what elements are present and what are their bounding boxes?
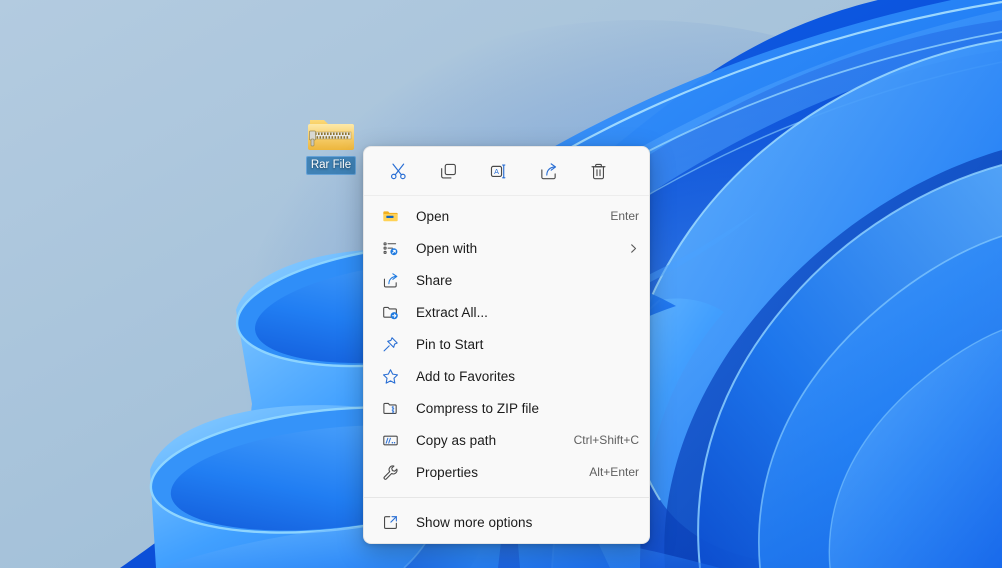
menu-item-accelerator: Alt+Enter	[589, 465, 639, 479]
copy-icon	[440, 163, 456, 179]
menu-item-copy-as-path[interactable]: Copy as path Ctrl+Shift+C	[368, 424, 645, 456]
menu-item-label: Pin to Start	[416, 336, 484, 352]
menu-item-extract-all[interactable]: Extract All...	[368, 296, 645, 328]
menu-item-accelerator: Enter	[610, 209, 639, 223]
menu-item-label: Share	[416, 272, 453, 288]
menu-item-label: Properties	[416, 464, 479, 480]
copy-as-path-icon	[382, 432, 399, 449]
copy-button[interactable]	[428, 153, 468, 189]
menu-item-label: Compress to ZIP file	[416, 400, 540, 416]
rename-icon: A	[490, 163, 505, 178]
open-with-icon	[382, 240, 399, 257]
trash-icon	[590, 163, 606, 179]
share-icon	[382, 272, 399, 289]
chevron-right-icon	[628, 243, 639, 254]
menu-item-share[interactable]: Share	[368, 264, 645, 296]
share-icon	[540, 162, 556, 179]
svg-text:A: A	[494, 166, 499, 175]
menu-item-add-to-favorites[interactable]: Add to Favorites	[368, 360, 645, 392]
pin-icon	[382, 336, 399, 353]
desktop-icon-label: Rar File	[305, 156, 357, 175]
star-icon	[382, 368, 399, 385]
rename-button[interactable]: A	[478, 153, 518, 189]
context-menu-footer[interactable]: Show more options	[364, 502, 649, 543]
wrench-icon	[382, 464, 399, 481]
menu-item-label: Copy as path	[416, 432, 497, 448]
cut-button[interactable]	[378, 153, 418, 189]
folder-open-icon	[382, 208, 399, 225]
menu-item-label: Open with	[416, 240, 478, 256]
share-button[interactable]	[528, 153, 568, 189]
menu-item-show-more-options[interactable]: Show more options	[368, 506, 645, 538]
zip-folder-icon	[307, 112, 355, 154]
context-menu[interactable]: A Open Enter Open with Share Extract All…	[363, 146, 650, 544]
menu-item-accelerator: Ctrl+Shift+C	[573, 433, 639, 447]
desktop[interactable]: Rar File A Open Enter Open with Share Ex…	[0, 0, 1002, 568]
show-more-icon	[382, 514, 399, 531]
menu-item-label: Extract All...	[416, 304, 488, 320]
context-menu-items[interactable]: Open Enter Open with Share Extract All..…	[364, 196, 649, 493]
menu-item-label: Add to Favorites	[416, 368, 516, 384]
menu-item-properties[interactable]: Properties Alt+Enter	[368, 456, 645, 488]
desktop-icon-rar-file[interactable]: Rar File	[296, 112, 366, 178]
menu-item-compress-to-zip[interactable]: Compress to ZIP file	[368, 392, 645, 424]
scissors-icon	[390, 162, 406, 179]
context-menu-toolbar[interactable]: A	[364, 147, 649, 196]
menu-item-open[interactable]: Open Enter	[368, 200, 645, 232]
menu-item-label: Show more options	[416, 514, 533, 530]
delete-button[interactable]	[578, 153, 618, 189]
menu-separator	[364, 497, 649, 498]
zip-icon	[382, 400, 399, 417]
menu-item-label: Open	[416, 208, 450, 224]
menu-item-pin-to-start[interactable]: Pin to Start	[368, 328, 645, 360]
menu-item-open-with[interactable]: Open with	[368, 232, 645, 264]
extract-all-icon	[382, 304, 399, 321]
